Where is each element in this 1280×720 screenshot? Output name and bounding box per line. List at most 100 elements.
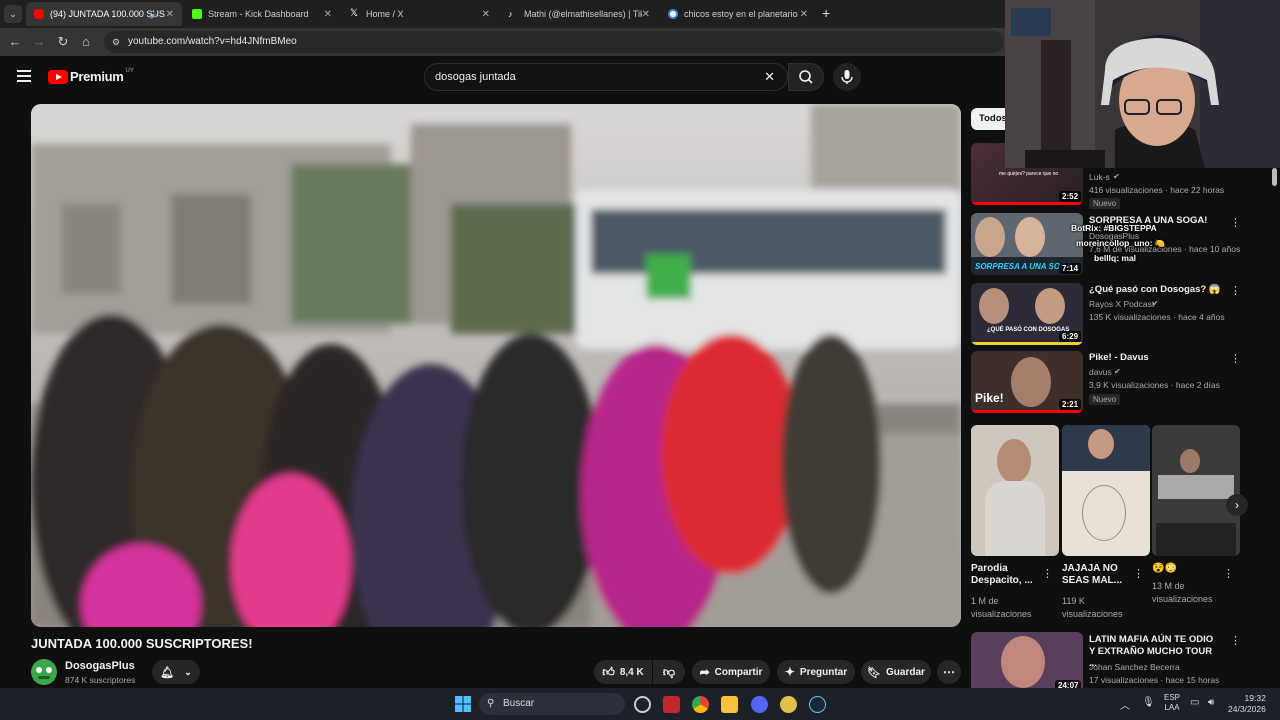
start-button[interactable] bbox=[455, 696, 471, 712]
verified-icon: ✔ bbox=[1113, 172, 1120, 181]
close-tab-icon[interactable]: ✕ bbox=[324, 9, 332, 20]
related-title[interactable]: ¿Qué pasó con Dosogas? 😱 bbox=[1089, 284, 1221, 296]
show-hidden-icons[interactable]: ︿ bbox=[1120, 697, 1130, 712]
language-indicator[interactable]: ESP LAA bbox=[1164, 693, 1180, 713]
network-icon[interactable]: ▭ bbox=[1190, 697, 1199, 708]
close-tab-icon[interactable]: ✕ bbox=[800, 9, 808, 20]
short-thumbnail[interactable] bbox=[971, 425, 1059, 556]
video-player[interactable] bbox=[31, 104, 961, 627]
clear-search-icon[interactable]: ✕ bbox=[764, 64, 775, 90]
wondershare-app-icon[interactable] bbox=[663, 696, 680, 713]
more-options-icon[interactable]: ⋮ bbox=[1223, 569, 1234, 580]
tab-google[interactable]: chicos estoy en el planetario - Búsqueda… bbox=[660, 2, 816, 26]
tab-list-dropdown[interactable]: ⌄ bbox=[4, 5, 22, 23]
x-favicon-icon: 𝕏 bbox=[350, 8, 359, 19]
streamer-camera-feed bbox=[1005, 0, 1280, 168]
search-button[interactable] bbox=[788, 63, 824, 91]
home-icon[interactable]: ⌂ bbox=[78, 34, 94, 50]
tab-label: Stream - Kick Dashboard bbox=[208, 9, 309, 19]
like-button[interactable]: 👍︎ 8,4 K bbox=[594, 660, 652, 684]
related-channel[interactable]: davus bbox=[1089, 367, 1112, 377]
search-input[interactable]: dosogas juntada ✕ bbox=[424, 63, 788, 91]
close-tab-icon[interactable]: ✕ bbox=[482, 9, 490, 20]
short-title[interactable]: Parodia Despacito, ... bbox=[971, 563, 1037, 587]
site-info-icon[interactable]: ⚙ bbox=[112, 31, 120, 53]
app-icon[interactable] bbox=[780, 696, 797, 713]
tab-kick[interactable]: Stream - Kick Dashboard ✕ bbox=[184, 2, 340, 26]
close-tab-icon[interactable]: ✕ bbox=[166, 9, 174, 20]
tab-label: Mathi (@elmathisellanes) | TikTok bbox=[524, 9, 642, 19]
new-badge: Nuevo bbox=[1089, 394, 1121, 405]
more-options-icon[interactable]: ⋮ bbox=[1230, 636, 1241, 647]
related-channel[interactable]: Johan Sanchez Becerra bbox=[1089, 662, 1180, 672]
subscriber-count: 874 K suscriptores bbox=[65, 675, 136, 685]
steam-app-icon[interactable] bbox=[809, 696, 826, 713]
new-tab-button[interactable]: + bbox=[822, 5, 830, 21]
short-thumbnail[interactable] bbox=[1152, 425, 1240, 556]
voice-search-button[interactable] bbox=[833, 63, 861, 91]
related-channel[interactable]: Rayos X Podcast bbox=[1089, 299, 1154, 309]
save-button[interactable]: 🔖︎ Guardar bbox=[861, 660, 931, 684]
channel-name[interactable]: DosogasPlus bbox=[65, 660, 135, 672]
notifications-button[interactable]: 🔔︎ ⌄ bbox=[152, 660, 200, 684]
related-meta: 3,9 K visualizaciones · hace 2 días bbox=[1089, 380, 1220, 390]
thumbnail-caption: Pike! bbox=[975, 391, 1004, 405]
windows-taskbar: ⚲ Buscar ︿ 🎙︎ ESP LAA ▭ 🔊︎ 19:32 24/3/20… bbox=[0, 688, 1280, 720]
youtube-logo[interactable]: Premium UY bbox=[48, 68, 134, 84]
speaker-icon[interactable]: 🔈 bbox=[149, 9, 160, 20]
chat-message: BotRix: #BIGSTEPPA bbox=[1071, 223, 1157, 233]
ask-button[interactable]: ✦ Preguntar bbox=[777, 660, 855, 684]
close-tab-icon[interactable]: ✕ bbox=[642, 9, 650, 20]
short-title[interactable]: JAJAJA NO SEAS MAL... bbox=[1062, 563, 1128, 587]
volume-icon[interactable]: 🔊︎ bbox=[1208, 697, 1214, 708]
discord-app-icon[interactable] bbox=[751, 696, 768, 713]
related-meta: 135 K visualizaciones · hace 4 años bbox=[1089, 312, 1225, 322]
tab-x[interactable]: 𝕏 Home / X ✕ bbox=[342, 2, 498, 26]
more-options-icon[interactable]: ⋮ bbox=[1133, 569, 1144, 580]
microphone-tray-icon[interactable]: 🎙︎ bbox=[1142, 697, 1155, 708]
tab-tiktok[interactable]: ♪ Mathi (@elmathisellanes) | TikTok ✕ bbox=[500, 2, 658, 26]
shorts-next-button[interactable]: › bbox=[1226, 494, 1248, 516]
short-views: 119 K visualizaciones bbox=[1062, 596, 1123, 619]
url-field[interactable]: ⚙ youtube.com/watch?v=hd4JNfmBMeo bbox=[104, 31, 1004, 53]
short-thumbnail[interactable] bbox=[1062, 425, 1150, 556]
youtube-header: Premium UY dosogas juntada ✕ bbox=[0, 56, 1005, 98]
more-options-icon[interactable]: ⋮ bbox=[1230, 354, 1241, 365]
bell-icon: 🔔︎ bbox=[160, 666, 175, 679]
channel-avatar[interactable] bbox=[31, 659, 57, 685]
reload-icon[interactable]: ↻ bbox=[55, 34, 71, 50]
search-value: dosogas juntada bbox=[435, 71, 516, 83]
more-options-icon[interactable]: ⋮ bbox=[1230, 218, 1241, 229]
tab-youtube[interactable]: (94) JUNTADA 100.000 SUS 🔈 ✕ bbox=[26, 2, 182, 26]
ask-label: Preguntar bbox=[799, 666, 848, 678]
more-options-icon[interactable]: ⋮ bbox=[1230, 286, 1241, 297]
related-title[interactable]: Pike! - Davus bbox=[1089, 352, 1149, 364]
search-icon: ⚲ bbox=[487, 698, 495, 709]
tab-label: Home / X bbox=[366, 9, 404, 19]
forward-icon[interactable]: → bbox=[31, 34, 47, 50]
youtube-play-icon bbox=[48, 69, 68, 84]
short-title[interactable]: 😵😳 bbox=[1152, 563, 1177, 575]
file-explorer-icon[interactable] bbox=[721, 696, 738, 713]
chrome-app-icon[interactable] bbox=[692, 696, 709, 713]
back-icon[interactable]: ← bbox=[7, 34, 23, 50]
taskbar-search-box[interactable]: ⚲ Buscar bbox=[479, 693, 625, 715]
video-duration: 2:21 bbox=[1059, 399, 1082, 410]
logo-text: Premium bbox=[70, 69, 124, 84]
obs-app-icon[interactable] bbox=[634, 696, 651, 713]
dislike-button[interactable]: 👎︎ bbox=[653, 660, 685, 684]
related-channel[interactable]: Luk-s bbox=[1089, 172, 1110, 182]
tab-label: chicos estoy en el planetario - Búsqueda… bbox=[684, 9, 800, 19]
more-options-icon[interactable]: ⋮ bbox=[1042, 569, 1053, 580]
thumbs-down-icon: 👎︎ bbox=[662, 664, 676, 679]
clock[interactable]: 19:32 24/3/2026 bbox=[1228, 693, 1266, 715]
microphone-icon bbox=[841, 70, 853, 84]
more-actions-button[interactable]: ⋯ bbox=[937, 660, 961, 684]
menu-icon[interactable] bbox=[17, 70, 31, 82]
share-button[interactable]: ➦ Compartir bbox=[692, 660, 770, 684]
video-duration: 2:52 bbox=[1059, 191, 1082, 202]
chat-message: bellIq: mal bbox=[1094, 253, 1137, 263]
sparkle-icon: ✦ bbox=[784, 665, 795, 679]
related-meta: 416 visualizaciones · hace 22 horas bbox=[1089, 185, 1225, 195]
sidebar-scrollbar[interactable] bbox=[1272, 168, 1277, 186]
